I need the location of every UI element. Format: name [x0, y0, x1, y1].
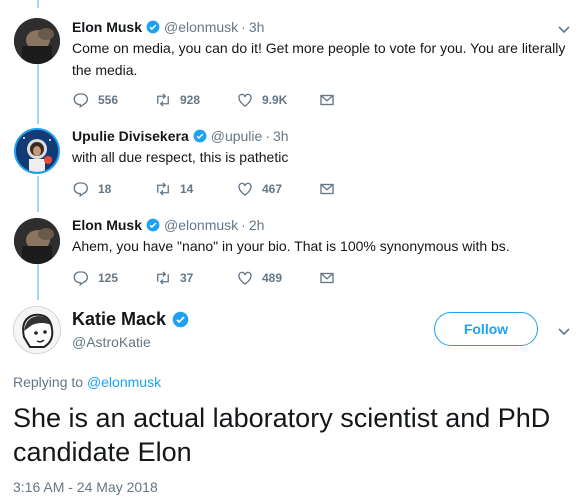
retweet-button[interactable]: 928 [154, 91, 236, 109]
verified-icon [193, 129, 207, 143]
main-tweet-timestamp[interactable]: 3:16 AM - 24 May 2018 [13, 479, 158, 495]
reply-button[interactable]: 18 [72, 180, 154, 198]
message-icon [320, 183, 334, 195]
tweet-text: with all due respect, this is pathetic [72, 149, 289, 165]
retweet-icon [157, 182, 169, 196]
author-handle[interactable]: @elonmusk [164, 19, 238, 35]
author-name[interactable]: Upulie Divisekera [72, 128, 189, 144]
reply-count: 556 [98, 93, 119, 107]
main-tweet-text: She is an actual laboratory scientist an… [13, 403, 551, 467]
retweet-button[interactable]: 37 [154, 269, 236, 287]
caret-down-icon[interactable] [557, 324, 571, 338]
verified-icon [146, 218, 160, 232]
separator: · [241, 217, 246, 233]
like-icon [238, 182, 252, 196]
replying-to: Replying to @elonmusk [13, 374, 161, 390]
main-author-name[interactable]: Katie Mack [72, 309, 166, 330]
main-avatar[interactable] [13, 306, 61, 354]
tweet-2[interactable]: Upulie Divisekera @upulie · 3h with all … [0, 120, 584, 212]
replying-to-link[interactable]: @elonmusk [87, 374, 161, 390]
like-button[interactable]: 489 [236, 269, 318, 287]
like-icon [238, 93, 252, 107]
message-button[interactable] [318, 91, 336, 109]
avatar[interactable] [14, 128, 60, 174]
author-handle[interactable]: @upulie [211, 128, 263, 144]
avatar[interactable] [14, 218, 60, 264]
like-button[interactable]: 467 [236, 180, 318, 198]
separator: · [241, 19, 246, 35]
author-name[interactable]: Elon Musk [72, 19, 142, 35]
message-icon [320, 272, 334, 284]
replying-prefix: Replying to [13, 374, 84, 390]
message-icon [320, 94, 334, 106]
verified-icon [172, 311, 189, 328]
avatar[interactable] [14, 18, 60, 64]
author-name[interactable]: Elon Musk [72, 217, 142, 233]
reply-count: 125 [98, 271, 119, 285]
tweet-text: Come on media, you can do it! Get more p… [72, 40, 566, 78]
retweet-icon [157, 93, 169, 107]
separator: · [265, 128, 270, 144]
like-count: 9.9K [262, 93, 288, 107]
reply-count: 18 [98, 182, 112, 196]
retweet-button[interactable]: 14 [154, 180, 236, 198]
retweet-count: 14 [180, 182, 194, 196]
like-icon [238, 271, 252, 285]
reply-button[interactable]: 125 [72, 269, 154, 287]
reply-icon [73, 182, 88, 198]
verified-icon [146, 20, 160, 34]
message-button[interactable] [318, 180, 336, 198]
message-button[interactable] [318, 269, 336, 287]
tweet-1[interactable]: Elon Musk @elonmusk · 3h Come on media, … [0, 0, 584, 120]
like-count: 489 [262, 271, 283, 285]
main-author-handle[interactable]: @AstroKatie [72, 334, 151, 350]
retweet-count: 37 [180, 271, 194, 285]
retweet-icon [157, 271, 169, 285]
tweet-time[interactable]: 2h [249, 217, 265, 233]
follow-button[interactable]: Follow [434, 312, 538, 346]
like-count: 467 [262, 182, 283, 196]
tweet-text: Ahem, you have "nano" in your bio. That … [72, 238, 510, 254]
tweet-3[interactable]: Elon Musk @elonmusk · 2h Ahem, you have … [0, 212, 584, 300]
tweet-time[interactable]: 3h [249, 19, 265, 35]
reply-button[interactable]: 556 [72, 91, 154, 109]
like-button[interactable]: 9.9K [236, 91, 318, 109]
caret-down-icon[interactable] [557, 22, 571, 36]
reply-icon [73, 93, 88, 109]
author-handle[interactable]: @elonmusk [164, 217, 238, 233]
tweet-time[interactable]: 3h [273, 128, 289, 144]
retweet-count: 928 [180, 93, 201, 107]
reply-icon [73, 271, 88, 287]
